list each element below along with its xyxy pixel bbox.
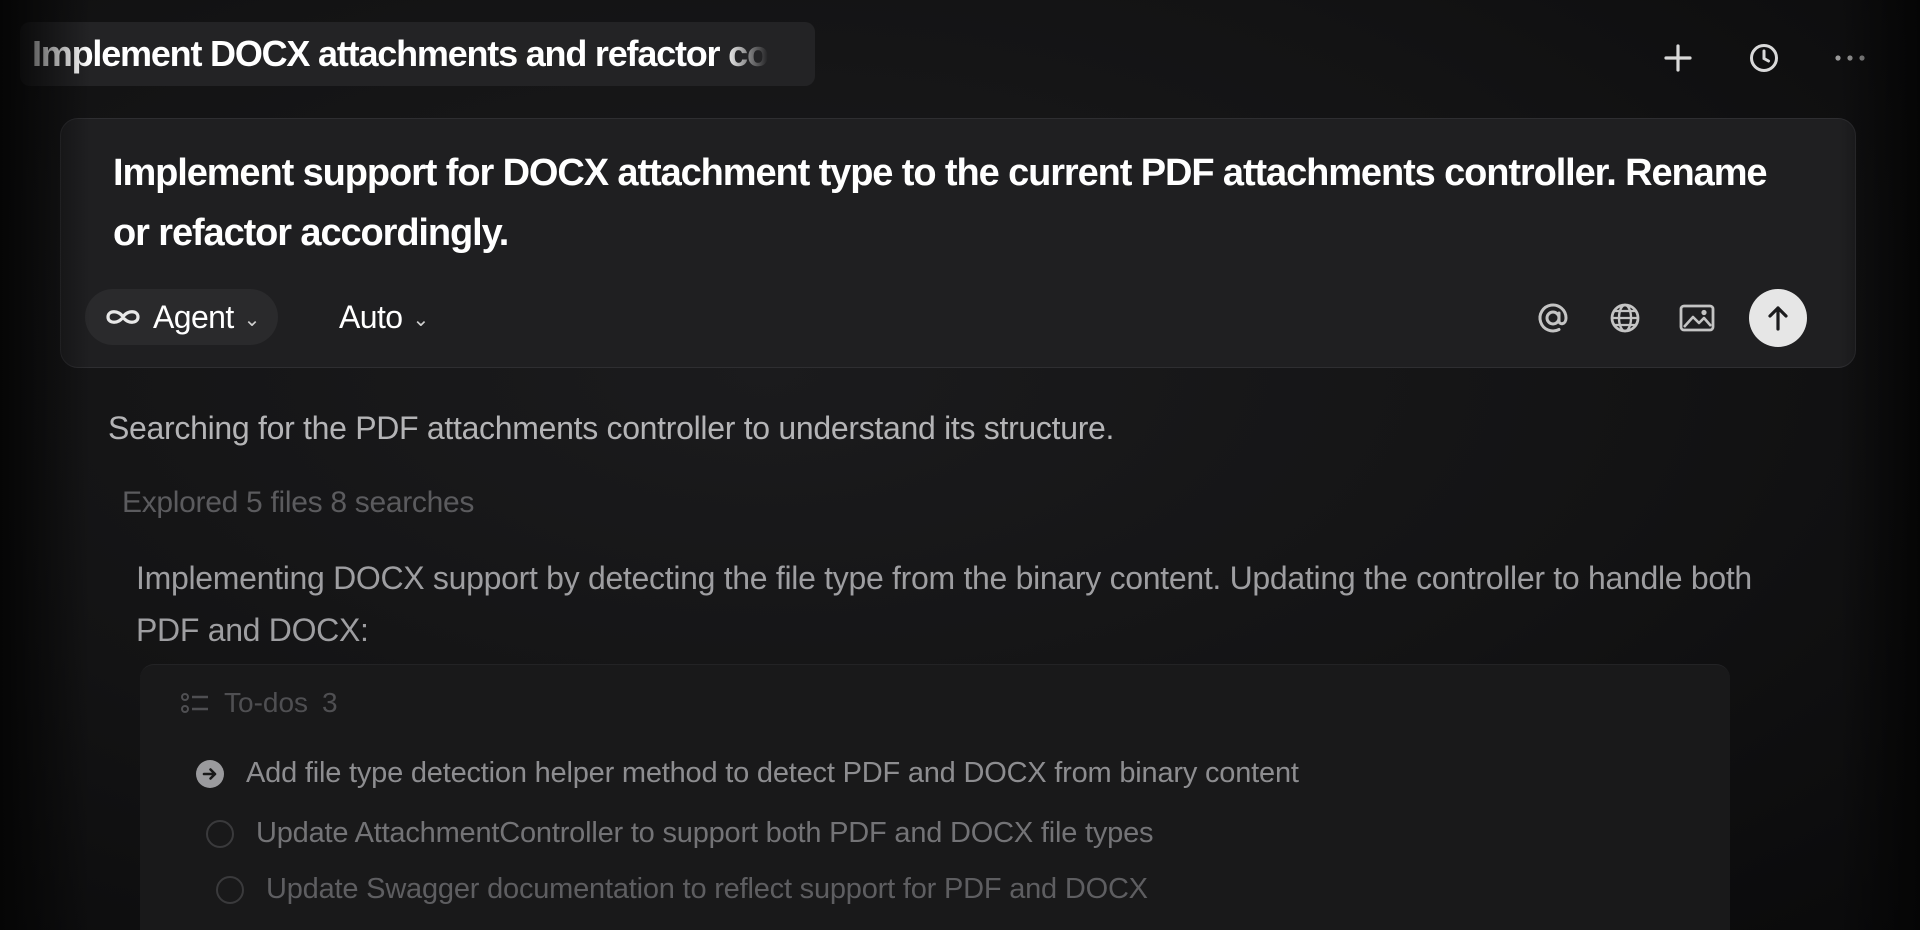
pending-circle-icon [216,875,244,904]
arrow-up-icon [1768,306,1788,331]
todo-item[interactable]: Update AttachmentController to support b… [206,817,1154,850]
todo-item-label: Update AttachmentController to support b… [256,817,1154,849]
model-dropdown[interactable]: Auto ⌄ [339,289,429,345]
prompt-tools [1531,289,1807,347]
todo-title: To-dos [224,687,309,718]
todo-item[interactable]: Update Swagger documentation to reflect … [216,873,1148,906]
assistant-message: Searching for the PDF attachments contro… [108,410,1115,446]
todo-header[interactable]: To-dos 3 [180,687,338,719]
history-button[interactable] [1744,38,1784,78]
editor-chat-panel: Implement DOCX attachments and refactor … [0,0,1920,930]
todo-item-label: Update Swagger documentation to reflect … [266,873,1148,905]
explored-summary[interactable]: Explored 5 files 8 searches [122,486,474,520]
attach-image-button[interactable] [1675,296,1719,340]
checklist-icon [181,693,208,713]
pending-circle-icon [206,819,234,848]
new-chat-button[interactable] [1658,38,1698,78]
todo-item[interactable]: Add file type detection helper method to… [196,757,1299,790]
todo-item-label: Add file type detection helper method to… [246,757,1299,789]
todo-list-card: To-dos 3 Add file type detection helper … [140,664,1730,930]
prompt-text[interactable]: Implement support for DOCX attachment ty… [113,143,1803,263]
chat-title: Implement DOCX attachments and refactor … [32,33,769,74]
image-icon [1679,304,1715,332]
mention-button[interactable] [1531,296,1575,340]
assistant-message: Implementing DOCX support by detecting t… [136,560,1752,648]
in-progress-arrow-icon [196,759,224,788]
send-button[interactable] [1749,289,1807,347]
chat-title-tab[interactable]: Implement DOCX attachments and refactor … [20,22,815,86]
header-actions [1658,38,1870,78]
more-button[interactable] [1830,38,1870,78]
chevron-down-icon: ⌄ [412,308,429,331]
model-label: Auto [339,298,403,335]
agent-mode-label: Agent [153,298,234,335]
chevron-down-icon: ⌄ [243,308,261,331]
infinity-icon [106,310,140,324]
clock-icon [1750,44,1778,72]
plus-icon [1664,44,1692,72]
at-mention-icon [1538,303,1568,333]
prompt-card[interactable]: Implement support for DOCX attachment ty… [60,118,1856,368]
ellipsis-icon [1835,55,1865,61]
web-search-button[interactable] [1603,296,1647,340]
agent-mode-dropdown[interactable]: Agent ⌄ [85,289,278,345]
globe-icon [1610,303,1640,333]
todo-count: 3 [322,687,338,718]
